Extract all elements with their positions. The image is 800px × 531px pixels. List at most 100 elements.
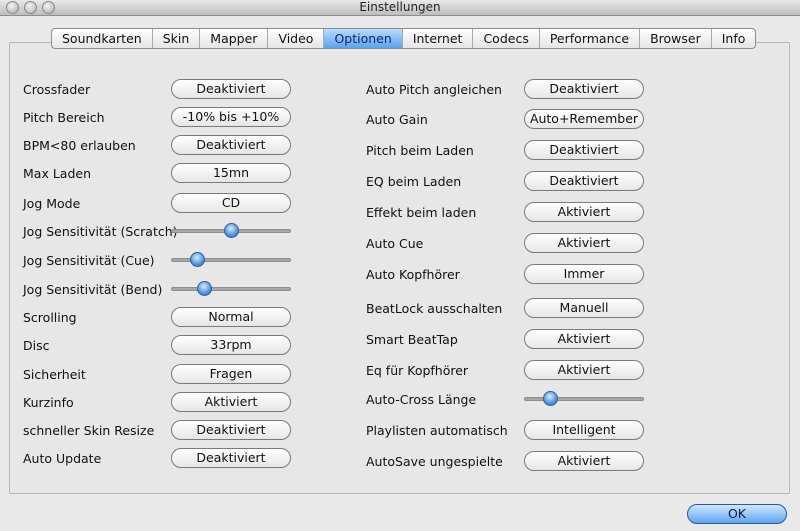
setting-label: Kurzinfo bbox=[23, 395, 74, 410]
tab-performance[interactable]: Performance bbox=[540, 29, 641, 48]
setting-value-button[interactable]: Auto+Remember bbox=[524, 109, 644, 129]
slider-track[interactable] bbox=[171, 258, 291, 262]
setting-label: Auto Pitch angleichen bbox=[366, 82, 502, 97]
tab-skin[interactable]: Skin bbox=[153, 29, 201, 48]
setting-label: Pitch Bereich bbox=[23, 110, 105, 125]
setting-label: Disc bbox=[23, 338, 50, 353]
right-setting-row: Auto-Cross Länge bbox=[366, 389, 649, 411]
setting-value-button[interactable]: Immer bbox=[524, 264, 644, 284]
setting-value-button[interactable]: Aktiviert bbox=[524, 451, 644, 471]
setting-value-button[interactable]: Deaktiviert bbox=[524, 140, 644, 160]
setting-label: Max Laden bbox=[23, 166, 91, 181]
title-bar[interactable]: Einstellungen bbox=[0, 0, 800, 16]
slider-thumb[interactable] bbox=[543, 391, 558, 406]
setting-label: Auto Update bbox=[23, 451, 102, 466]
right-setting-row: Auto Gain Auto+Remember bbox=[366, 109, 649, 131]
setting-label: Effekt beim laden bbox=[366, 205, 477, 220]
setting-label: schneller Skin Resize bbox=[23, 423, 155, 438]
left-setting-row: BPM<80 erlauben Deaktiviert bbox=[23, 135, 296, 157]
setting-value-button[interactable]: Deaktiviert bbox=[171, 79, 291, 99]
tab-bar: Soundkarten Skin Mapper Video Optionen Intern… bbox=[51, 28, 757, 49]
slider-track[interactable] bbox=[524, 397, 644, 401]
right-setting-row: AutoSave ungespielte Aktiviert bbox=[366, 451, 649, 473]
settings-window: Einstellungen Soundkarten Skin Mapper Video… bbox=[0, 0, 800, 531]
tab-internet[interactable]: Internet bbox=[403, 29, 474, 48]
tab-browser[interactable]: Browser bbox=[640, 29, 712, 48]
setting-value-button[interactable]: Normal bbox=[171, 307, 291, 327]
setting-value-button[interactable]: Aktiviert bbox=[524, 360, 644, 380]
setting-value-button[interactable]: Aktiviert bbox=[524, 329, 644, 349]
setting-label: Jog Sensitivität (Scratch) bbox=[23, 224, 178, 239]
setting-value-button[interactable]: Deaktiviert bbox=[524, 79, 644, 99]
setting-label: Auto Cue bbox=[366, 236, 424, 251]
setting-slider[interactable] bbox=[171, 251, 291, 269]
slider-thumb[interactable] bbox=[190, 252, 205, 267]
setting-label: Crossfader bbox=[23, 82, 91, 97]
setting-label: BeatLock ausschalten bbox=[366, 301, 503, 316]
right-setting-row: Auto Kopfhörer Immer bbox=[366, 264, 649, 286]
left-setting-row: Pitch Bereich -10% bis +10% bbox=[23, 107, 296, 129]
setting-value-button[interactable]: 33rpm bbox=[171, 335, 291, 355]
slider-track[interactable] bbox=[171, 287, 291, 291]
setting-value-button[interactable]: Deaktiviert bbox=[171, 448, 291, 468]
right-setting-row: EQ beim Laden Deaktiviert bbox=[366, 171, 649, 193]
window-content: Soundkarten Skin Mapper Video Optionen Intern… bbox=[0, 17, 800, 531]
options-panel: Crossfader Deaktiviert Pitch Bereich -10% b… bbox=[9, 42, 790, 494]
left-setting-row: Kurzinfo Aktiviert bbox=[23, 392, 296, 414]
ok-button[interactable]: OK bbox=[687, 504, 787, 524]
setting-value-button[interactable]: Aktiviert bbox=[171, 392, 291, 412]
left-setting-row: Jog Mode CD bbox=[23, 193, 296, 215]
left-setting-row: Jog Sensitivität (Scratch) bbox=[23, 221, 296, 243]
setting-label: Pitch beim Laden bbox=[366, 143, 474, 158]
setting-label: BPM<80 erlauben bbox=[23, 138, 136, 153]
left-setting-row: Disc 33rpm bbox=[23, 335, 296, 357]
tab-optionen[interactable]: Optionen bbox=[324, 29, 403, 48]
setting-value-button[interactable]: Manuell bbox=[524, 298, 644, 318]
setting-value-button[interactable]: 15mn bbox=[171, 163, 291, 183]
tab-soundkarten[interactable]: Soundkarten bbox=[52, 29, 153, 48]
setting-slider[interactable] bbox=[171, 280, 291, 298]
right-setting-row: Playlisten automatisch Intelligent bbox=[366, 420, 649, 442]
tab-info[interactable]: Info bbox=[712, 29, 756, 48]
setting-label: Jog Sensitivität (Cue) bbox=[23, 253, 155, 268]
setting-label: Eq für Kopfhörer bbox=[366, 363, 469, 378]
setting-value-button[interactable]: Intelligent bbox=[524, 420, 644, 440]
setting-label: Jog Sensitivität (Bend) bbox=[23, 282, 163, 297]
setting-label: Playlisten automatisch bbox=[366, 423, 508, 438]
setting-label: Auto Gain bbox=[366, 112, 428, 127]
left-setting-row: Sicherheit Fragen bbox=[23, 364, 296, 386]
right-setting-row: BeatLock ausschalten Manuell bbox=[366, 298, 649, 320]
right-setting-row: Eq für Kopfhörer Aktiviert bbox=[366, 360, 649, 382]
right-setting-row: Pitch beim Laden Deaktiviert bbox=[366, 140, 649, 162]
left-setting-row: Jog Sensitivität (Bend) bbox=[23, 279, 296, 301]
window-title: Einstellungen bbox=[359, 0, 441, 14]
setting-value-button[interactable]: CD bbox=[171, 193, 291, 213]
setting-label: Sicherheit bbox=[23, 367, 86, 382]
setting-label: AutoSave ungespielte bbox=[366, 454, 503, 469]
slider-thumb[interactable] bbox=[197, 281, 212, 296]
setting-value-button[interactable]: Aktiviert bbox=[524, 233, 644, 253]
left-setting-row: Jog Sensitivität (Cue) bbox=[23, 250, 296, 272]
right-setting-row: Auto Cue Aktiviert bbox=[366, 233, 649, 255]
setting-label: Auto Kopfhörer bbox=[366, 267, 460, 282]
left-setting-row: Max Laden 15mn bbox=[23, 163, 296, 185]
setting-label: Jog Mode bbox=[23, 196, 81, 211]
setting-slider[interactable] bbox=[524, 390, 644, 408]
tab-video[interactable]: Video bbox=[268, 29, 325, 48]
right-setting-row: Effekt beim laden Aktiviert bbox=[366, 202, 649, 224]
setting-slider[interactable] bbox=[171, 222, 291, 240]
tab-mapper[interactable]: Mapper bbox=[200, 29, 269, 48]
right-setting-row: Auto Pitch angleichen Deaktiviert bbox=[366, 79, 649, 101]
setting-label: Smart BeatTap bbox=[366, 332, 458, 347]
setting-value-button[interactable]: Fragen bbox=[171, 364, 291, 384]
tab-codecs[interactable]: Codecs bbox=[473, 29, 540, 48]
slider-thumb[interactable] bbox=[224, 223, 239, 238]
setting-value-button[interactable]: Deaktiviert bbox=[524, 171, 644, 191]
setting-value-button[interactable]: -10% bis +10% bbox=[171, 107, 291, 127]
setting-value-button[interactable]: Deaktiviert bbox=[171, 420, 291, 440]
setting-value-button[interactable]: Deaktiviert bbox=[171, 135, 291, 155]
left-setting-row: Auto Update Deaktiviert bbox=[23, 448, 296, 470]
setting-label: Auto-Cross Länge bbox=[366, 392, 477, 407]
setting-value-button[interactable]: Aktiviert bbox=[524, 202, 644, 222]
left-setting-row: Crossfader Deaktiviert bbox=[23, 79, 296, 101]
